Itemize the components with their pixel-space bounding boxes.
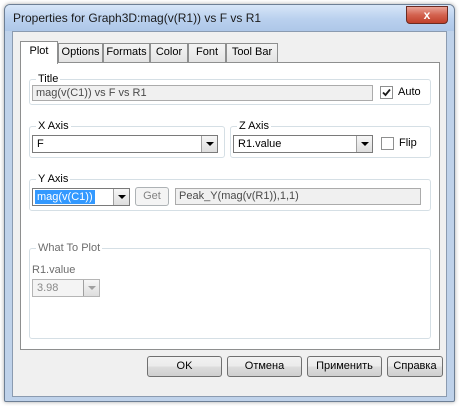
y-axis-value: mag(v(C1)): [35, 190, 95, 204]
title-group: Title mag(v(C1)) vs F vs R1 Auto: [29, 73, 431, 105]
tab-font[interactable]: Font: [188, 43, 226, 62]
flip-label: Flip: [399, 137, 417, 149]
auto-checkbox[interactable]: [380, 86, 393, 99]
ok-button[interactable]: OK: [147, 356, 222, 377]
help-button[interactable]: Справка: [387, 356, 443, 377]
window-title: Properties for Graph3D:mag(v(R1)) vs F v…: [13, 11, 262, 25]
x-axis-select[interactable]: F: [32, 135, 218, 153]
z-axis-value: R1.value: [238, 138, 282, 150]
y-expression-input[interactable]: Peak_Y(mag(v(R1)),1,1): [175, 188, 421, 205]
y-axis-label: Y Axis: [36, 173, 71, 185]
z-axis-select[interactable]: R1.value: [233, 135, 373, 153]
chevron-down-icon[interactable]: [83, 280, 99, 296]
cancel-button[interactable]: Отмена: [227, 356, 302, 377]
chevron-down-icon[interactable]: [356, 136, 372, 152]
flip-checkbox[interactable]: [381, 137, 394, 150]
y-axis-select[interactable]: mag(v(C1)): [32, 188, 130, 206]
title-bar[interactable]: Properties for Graph3D:mag(v(R1)) vs F v…: [5, 5, 454, 31]
y-axis-group: Y Axis mag(v(C1)) Get Peak_Y(mag(v(R1)),…: [29, 173, 431, 211]
tab-options[interactable]: Options: [58, 43, 103, 62]
r1-value-current: 3.98: [37, 282, 59, 294]
close-button[interactable]: x: [406, 6, 448, 24]
title-input[interactable]: mag(v(C1)) vs F vs R1: [32, 85, 373, 101]
check-mark-icon: [382, 88, 391, 97]
x-axis-label: X Axis: [36, 120, 71, 132]
tab-plot[interactable]: Plot: [20, 41, 58, 64]
chevron-down-icon[interactable]: [201, 136, 217, 152]
z-axis-label: Z Axis: [237, 120, 271, 132]
dialog-client-area: Plot Options Formats Color Font Tool Bar…: [12, 31, 447, 397]
tab-tool-bar[interactable]: Tool Bar: [226, 43, 278, 62]
plot-tab-panel: Title mag(v(C1)) vs F vs R1 Auto X Axis …: [20, 62, 440, 350]
get-button[interactable]: Get: [135, 187, 169, 206]
x-axis-group: X Axis F: [29, 120, 225, 158]
apply-button[interactable]: Применить: [307, 356, 382, 377]
title-group-label: Title: [36, 73, 61, 85]
what-to-plot-group: What To Plot R1.value 3.98: [29, 242, 431, 339]
r1-value-label: R1.value: [32, 264, 76, 276]
close-icon: x: [423, 8, 431, 22]
r1-value-select[interactable]: 3.98: [32, 279, 100, 297]
what-to-plot-label: What To Plot: [36, 242, 103, 254]
tab-color[interactable]: Color: [150, 43, 188, 62]
properties-dialog: Properties for Graph3D:mag(v(R1)) vs F v…: [4, 4, 455, 402]
chevron-down-icon[interactable]: [113, 189, 129, 205]
x-axis-value: F: [37, 138, 44, 150]
tab-formats[interactable]: Formats: [103, 43, 150, 62]
auto-label: Auto: [398, 86, 421, 98]
z-axis-group: Z Axis R1.value Flip: [230, 120, 431, 158]
